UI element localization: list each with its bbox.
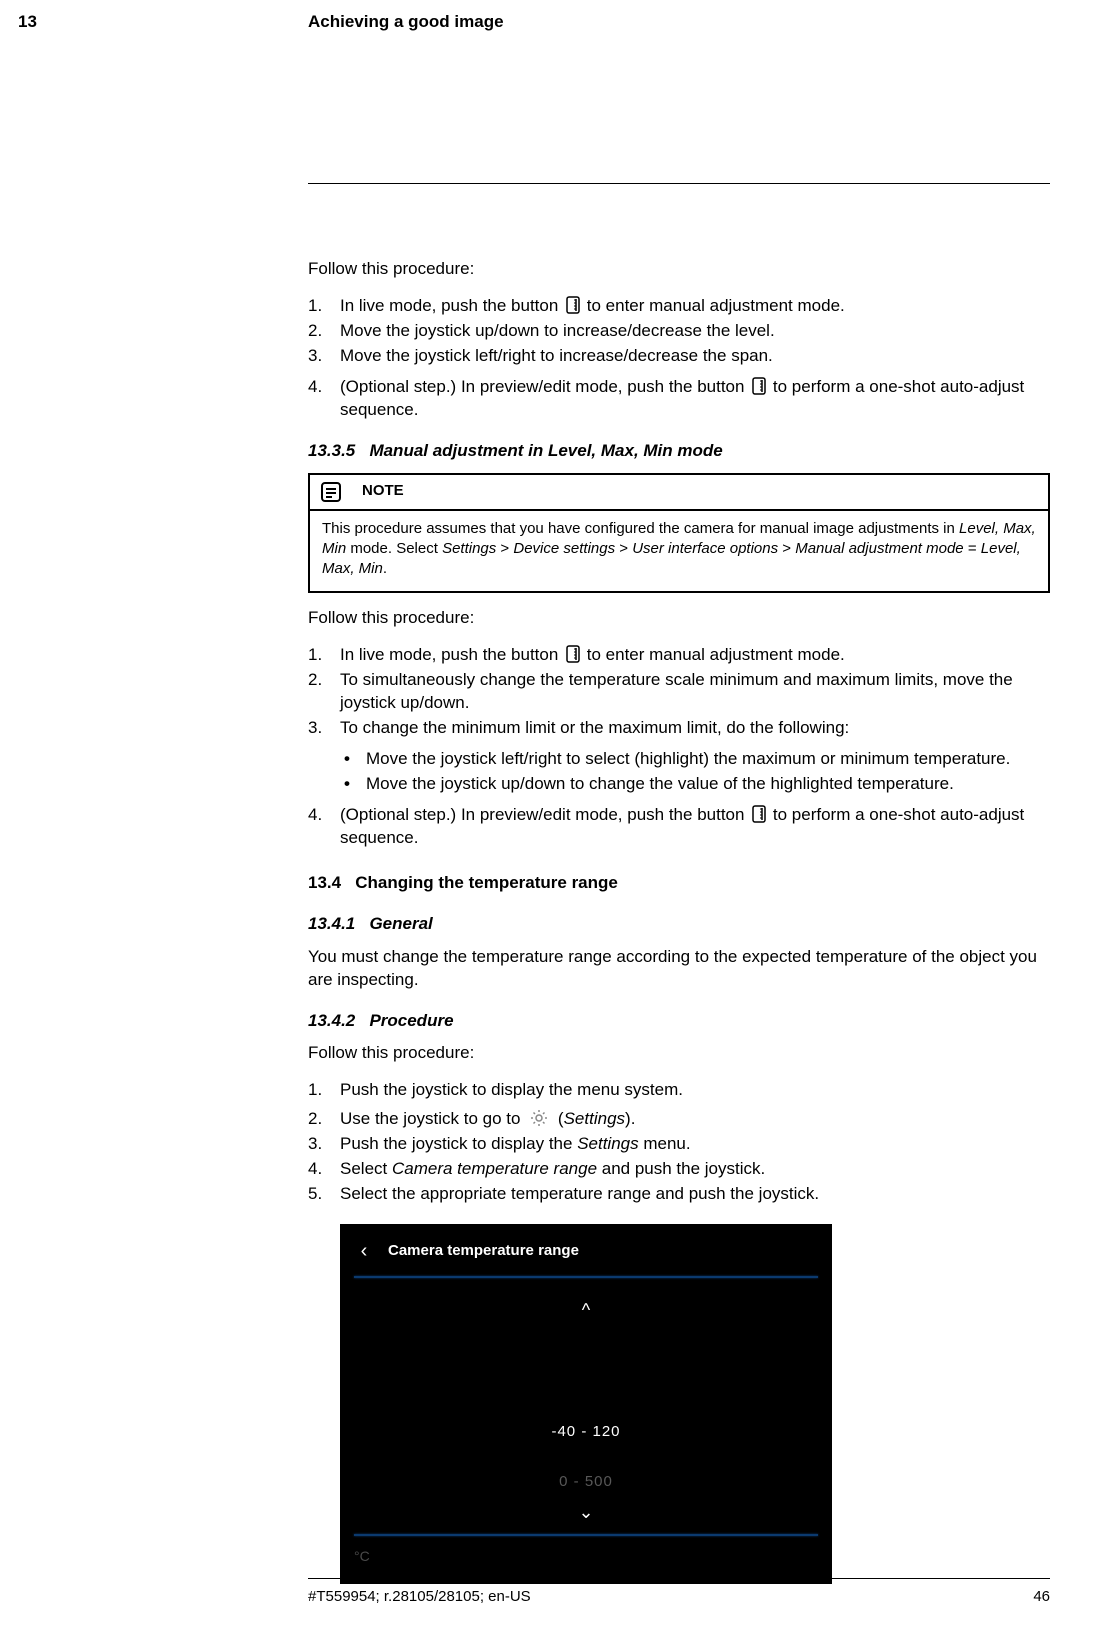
chapter-number: 13 bbox=[18, 12, 37, 32]
screen-title: Camera temperature range bbox=[388, 1241, 579, 1261]
subsection-heading: 13.4.2 Procedure bbox=[308, 1010, 1050, 1033]
note-header: NOTE bbox=[310, 475, 1048, 511]
list-item: 4. Select Camera temperature range and p… bbox=[308, 1158, 1050, 1181]
scale-button-icon bbox=[752, 805, 766, 823]
list-item: 2.Move the joystick up/down to increase/… bbox=[308, 320, 1050, 343]
bullet-list: Move the joystick left/right to select (… bbox=[340, 748, 1050, 796]
list-item: Move the joystick left/right to select (… bbox=[340, 748, 1050, 771]
list-item: 2.To simultaneously change the temperatu… bbox=[308, 669, 1050, 715]
header-rule bbox=[308, 183, 1050, 184]
list-item: 1.Push the joystick to display the menu … bbox=[308, 1079, 1050, 1102]
page: 13 Achieving a good image Follow this pr… bbox=[0, 0, 1095, 1635]
scale-button-icon bbox=[566, 645, 580, 663]
camera-screenshot: ‹ Camera temperature range ^ -40 - 120 0… bbox=[340, 1224, 832, 1584]
chapter-title: Achieving a good image bbox=[308, 12, 504, 32]
scale-button-icon bbox=[566, 296, 580, 314]
content: Follow this procedure: 1. In live mode, … bbox=[308, 258, 1050, 1584]
page-number: 46 bbox=[1033, 1588, 1050, 1605]
unit-label: °C bbox=[354, 1547, 370, 1566]
list-item: 2. Use the joystick to go to (Settings). bbox=[308, 1108, 1050, 1131]
procedure-list-3: 1.Push the joystick to display the menu … bbox=[308, 1079, 1050, 1206]
note-box: NOTE This procedure assumes that you hav… bbox=[308, 473, 1050, 594]
list-item: 3.To change the minimum limit or the max… bbox=[308, 717, 1050, 796]
list-item: 5.Select the appropriate temperature ran… bbox=[308, 1183, 1050, 1206]
list-item: Move the joystick up/down to change the … bbox=[340, 773, 1050, 796]
procedure-list-2: 1. In live mode, push the button to ente… bbox=[308, 644, 1050, 850]
chevron-down-icon: ⌄ bbox=[340, 1500, 832, 1524]
section-heading: 13.4 Changing the temperature range bbox=[308, 872, 1050, 895]
subsection-heading: 13.4.1 General bbox=[308, 913, 1050, 936]
intro-text: Follow this procedure: bbox=[308, 1042, 1050, 1065]
list-item: 4. (Optional step.) In preview/edit mode… bbox=[308, 804, 1050, 850]
list-item: 1. In live mode, push the button to ente… bbox=[308, 644, 1050, 667]
intro-text: Follow this procedure: bbox=[308, 607, 1050, 630]
list-item: 3.Move the joystick left/right to increa… bbox=[308, 345, 1050, 368]
range-option-selected: -40 - 120 bbox=[340, 1422, 832, 1442]
note-body: This procedure assumes that you have con… bbox=[310, 511, 1048, 592]
note-label: NOTE bbox=[362, 481, 404, 501]
back-icon: ‹ bbox=[340, 1238, 388, 1265]
gear-icon bbox=[529, 1108, 549, 1128]
range-option: 0 - 500 bbox=[340, 1472, 832, 1492]
divider bbox=[354, 1276, 818, 1278]
list-item: 4. (Optional step.) In preview/edit mode… bbox=[308, 376, 1050, 422]
list-item: 3. Push the joystick to display the Sett… bbox=[308, 1133, 1050, 1156]
footer-doc-id: #T559954; r.28105/28105; en-US bbox=[308, 1588, 531, 1605]
note-icon bbox=[320, 481, 342, 503]
divider bbox=[354, 1534, 818, 1536]
scale-button-icon bbox=[752, 377, 766, 395]
body-text: You must change the temperature range ac… bbox=[308, 946, 1050, 992]
footer-rule bbox=[308, 1578, 1050, 1579]
chevron-up-icon: ^ bbox=[340, 1298, 832, 1322]
intro-text: Follow this procedure: bbox=[308, 258, 1050, 281]
list-item: 1. In live mode, push the button to ente… bbox=[308, 295, 1050, 318]
procedure-list-1: 1. In live mode, push the button to ente… bbox=[308, 295, 1050, 422]
subsection-heading: 13.3.5 Manual adjustment in Level, Max, … bbox=[308, 440, 1050, 463]
